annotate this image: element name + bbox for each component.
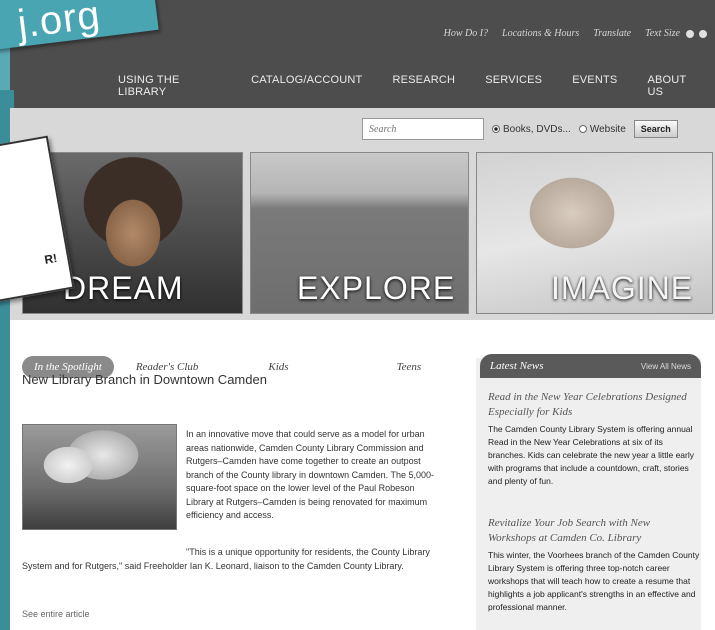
news-item-body: The Camden County Library System is offe…	[488, 423, 695, 487]
news-item-body: This winter, the Voorhees branch of the …	[488, 549, 700, 613]
locations-hours-link[interactable]: Locations & Hours	[502, 28, 579, 39]
search-option-website-label: Website	[589, 123, 626, 135]
main-nav: USING THE LIBRARY CATALOG/ACCOUNT RESEAR…	[118, 74, 715, 98]
nav-item-services[interactable]: SERVICES	[470, 74, 557, 98]
hero-imagine-label: IMAGINE	[551, 270, 694, 306]
nav-item-events[interactable]: EVENTS	[557, 74, 632, 98]
radio-website-icon[interactable]	[578, 124, 587, 133]
news-header: Latest News View All News	[480, 354, 701, 378]
text-size-control[interactable]: Text Size	[645, 28, 707, 39]
search-button[interactable]: Search	[633, 120, 678, 138]
hero-explore-label: EXPLORE	[297, 270, 456, 306]
news-item: Revitalize Your Job Search with New Work…	[488, 516, 700, 615]
search-option-books-label: Books, DVDs...	[503, 123, 571, 135]
news-heading: Latest News	[490, 360, 544, 372]
hero-dream-label: DREAM	[63, 270, 184, 306]
tab-teens[interactable]: Teens	[385, 356, 434, 378]
text-size-increase-icon[interactable]	[685, 29, 694, 38]
how-do-i-link[interactable]: How Do I?	[444, 28, 488, 39]
article-paragraph: In an innovative move that could serve a…	[186, 429, 434, 520]
news-item-title[interactable]: Revitalize Your Job Search with New Work…	[488, 516, 700, 547]
nav-item-research[interactable]: RESEARCH	[377, 74, 470, 98]
article-quote: "This is a unique opportunity for reside…	[22, 547, 430, 571]
news-item-title[interactable]: Read in the New Year Celebrations Design…	[488, 390, 700, 421]
hero-imagine[interactable]: IMAGINE	[476, 152, 713, 314]
search-option-books[interactable]: Books, DVDs...	[492, 124, 571, 135]
utility-bar: How Do I? Locations & Hours Translate Te…	[444, 28, 707, 39]
translate-link[interactable]: Translate	[593, 28, 631, 39]
article-title[interactable]: New Library Branch in Downtown Camden	[22, 372, 267, 387]
text-size-decrease-icon[interactable]	[699, 29, 707, 38]
radio-books-icon[interactable]	[492, 124, 500, 133]
news-item: Read in the New Year Celebrations Design…	[488, 390, 700, 489]
text-size-label: Text Size	[645, 28, 680, 39]
nav-item-catalog-account[interactable]: CATALOG/ACCOUNT	[236, 74, 377, 98]
hero-explore[interactable]: EXPLORE	[250, 152, 469, 314]
note-card-text: R!	[43, 250, 59, 267]
article-photo	[22, 424, 177, 530]
nav-item-using-the-library[interactable]: USING THE LIBRARY	[118, 74, 236, 98]
see-entire-article-link[interactable]: See entire article	[22, 609, 90, 619]
nav-item-about-us[interactable]: ABOUT US	[632, 74, 715, 98]
search-option-website[interactable]: Website	[578, 123, 626, 135]
search-input[interactable]	[362, 118, 484, 140]
search-bar: Books, DVDs... Website Search	[362, 118, 678, 140]
view-all-news-link[interactable]: View All News	[641, 362, 691, 371]
